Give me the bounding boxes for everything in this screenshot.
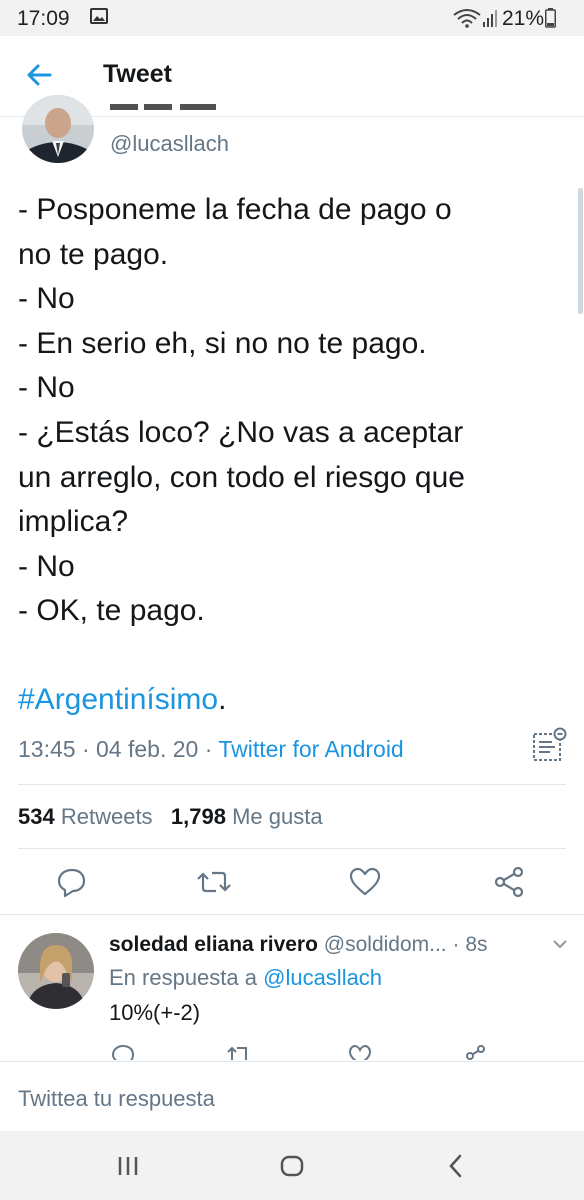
hashtag-link[interactable]: #Argentinísimo: [18, 683, 218, 716]
tweet-line: - No: [18, 549, 75, 583]
heart-icon[interactable]: [343, 860, 387, 904]
divider: [0, 914, 584, 915]
tweet-line: - En serio eh, si no no te pago.: [18, 326, 427, 360]
likes-stat[interactable]: 1,798 Me gusta: [171, 804, 323, 829]
author-name-cut: [110, 104, 216, 110]
arrow-left-icon[interactable]: [24, 60, 54, 90]
reply-input-placeholder: Twittea tu respuesta: [18, 1086, 215, 1111]
tweet-line: - Posponeme la fecha de pago o: [18, 193, 452, 226]
tweet-line: - OK, te pago.: [18, 594, 205, 628]
share-icon[interactable]: [463, 1044, 489, 1060]
reply-avatar[interactable]: [18, 933, 94, 1009]
reply-actions: [0, 1044, 584, 1060]
status-time: 17:09: [17, 7, 70, 30]
heart-icon[interactable]: [347, 1044, 373, 1060]
tweet-line: - No: [18, 371, 75, 405]
divider: [18, 784, 566, 785]
divider: [18, 848, 566, 849]
likes-count: 1,798: [170, 804, 226, 829]
retweets-count: 534: [18, 804, 55, 829]
tweet-actions: [0, 860, 584, 904]
reply-icon[interactable]: [110, 1044, 136, 1060]
likes-label: Me gusta: [232, 804, 323, 829]
battery-icon: [545, 8, 556, 28]
in-reply-mention[interactable]: @lucasllach: [263, 965, 382, 990]
hashtag-suffix: .: [218, 682, 227, 716]
retweet-icon[interactable]: [192, 860, 236, 904]
scrollbar-thumb[interactable]: [578, 188, 583, 314]
retweets-label: Retweets: [60, 804, 153, 829]
retweets-stat[interactable]: 534 Retweets: [18, 804, 153, 829]
tweet-line: - No: [18, 282, 75, 316]
reply-author-name[interactable]: soledad eliana rivero: [109, 933, 318, 956]
tweet-text: - Posponeme la fecha de pago o no te pag…: [18, 188, 568, 723]
wifi-icon: [453, 9, 481, 28]
tweet-line: no te pago.: [18, 237, 169, 271]
tweet-time: 13:45: [18, 736, 76, 762]
chevron-down-icon[interactable]: [550, 934, 570, 954]
back-nav-icon[interactable]: [441, 1151, 471, 1181]
retweet-icon[interactable]: [225, 1044, 253, 1060]
reply-icon[interactable]: [50, 860, 94, 904]
tweet-date: 04 feb. 20: [96, 736, 199, 762]
gallery-notification-icon: [90, 8, 108, 24]
analytics-icon[interactable]: [528, 726, 568, 766]
app-bar: Tweet: [0, 36, 584, 117]
status-bar: 17:09 21%: [0, 0, 584, 36]
share-icon[interactable]: [488, 860, 532, 904]
recent-apps-icon[interactable]: [113, 1151, 143, 1181]
battery-percent: 21%: [502, 7, 545, 30]
in-reply-prefix: En respuesta a: [109, 965, 257, 990]
signal-icon: [483, 10, 497, 27]
page-title: Tweet: [103, 60, 172, 88]
tweet-source-link[interactable]: Twitter for Android: [218, 736, 403, 762]
reply-age: · 8s: [452, 933, 488, 956]
in-reply-to: En respuesta a @lucasllach: [109, 965, 382, 991]
tweet-meta: 13:45 · 04 feb. 20 · Twitter for Android: [18, 736, 404, 762]
tweet-line: un arreglo, con todo el riesgo que: [18, 460, 465, 494]
reply-author-handle[interactable]: @soldidom...: [324, 933, 447, 956]
reply-text: 10%(+-2): [109, 1000, 201, 1025]
tweet-hashtag-line: #Argentinísimo.: [18, 678, 568, 723]
author-handle[interactable]: @lucasllach: [110, 131, 229, 157]
reply-composer[interactable]: Twittea tu respuesta: [0, 1061, 584, 1132]
home-icon[interactable]: [277, 1151, 307, 1181]
tweet-stats: 534 Retweets 1,798 Me gusta: [18, 804, 323, 830]
reply-header: soledad eliana rivero @soldidom... · 8s: [109, 933, 488, 957]
tweet-line: implica?: [18, 505, 129, 539]
tweet-line: - ¿Estás loco? ¿No vas a aceptar: [18, 415, 464, 449]
system-nav-bar: [0, 1131, 584, 1200]
author-avatar[interactable]: [22, 95, 94, 163]
